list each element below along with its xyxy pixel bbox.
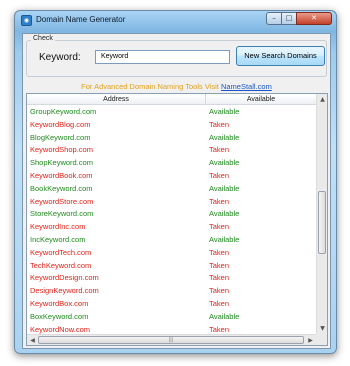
- table-row[interactable]: ShopKeyword.com Available: [27, 157, 316, 170]
- keyword-input[interactable]: Keyword: [95, 50, 230, 64]
- address-cell: KeywordShop.com: [30, 145, 93, 155]
- table-row[interactable]: KeywordInc.com Taken: [27, 221, 316, 234]
- address-cell: KeywordNow.com: [30, 324, 91, 334]
- address-cell: BookKeyword.com: [30, 183, 93, 193]
- window-title: Domain Name Generator: [36, 15, 126, 24]
- address-cell: DesignKeyword.com: [30, 286, 99, 296]
- status-cell: Available: [209, 234, 240, 244]
- status-cell: Taken: [209, 145, 230, 155]
- table-row[interactable]: KeywordBox.com Taken: [27, 298, 316, 311]
- table-row[interactable]: KeywordDesign.com Taken: [27, 272, 316, 285]
- client-area: Check Keyword: Keyword New Search Domain…: [22, 33, 331, 349]
- column-header-address[interactable]: Address: [27, 94, 206, 105]
- column-header-available[interactable]: Available: [206, 94, 316, 105]
- status-cell: Available: [209, 107, 240, 116]
- status-cell: Taken: [209, 247, 230, 257]
- status-cell: Available: [209, 158, 240, 168]
- table-row[interactable]: StoreKeyword.com Available: [27, 208, 316, 221]
- new-search-domains-button[interactable]: New Search Domains: [236, 46, 325, 66]
- table-row[interactable]: KeywordNow.com Taken: [27, 324, 316, 334]
- address-cell: KeywordBlog.com: [30, 119, 91, 129]
- status-cell: Taken: [209, 273, 230, 283]
- status-cell: Available: [209, 132, 240, 142]
- address-cell: KeywordTech.com: [30, 247, 92, 257]
- status-cell: Taken: [209, 196, 230, 206]
- domain-table: Address Available GroupKeyword.com Availa…: [26, 93, 328, 346]
- keyword-label: Keyword:: [39, 52, 81, 63]
- address-cell: ShopKeyword.com: [30, 158, 93, 168]
- title-bar[interactable]: ◉ Domain Name Generator – □ ✕: [15, 11, 336, 31]
- status-cell: Taken: [209, 286, 230, 296]
- address-cell: KeywordStore.com: [30, 196, 94, 206]
- address-cell: TechKeyword.com: [30, 260, 92, 270]
- scroll-up-icon[interactable]: ▲: [317, 94, 327, 105]
- scroll-left-icon[interactable]: ◀: [27, 335, 38, 345]
- status-cell: Taken: [209, 170, 230, 180]
- address-cell: KeywordBook.com: [30, 170, 93, 180]
- table-row[interactable]: GroupKeyword.com Available: [27, 106, 316, 119]
- table-row[interactable]: KeywordShop.com Taken: [27, 144, 316, 157]
- check-group: Check Keyword: Keyword New Search Domain…: [26, 35, 327, 77]
- status-cell: Taken: [209, 222, 230, 232]
- table-row[interactable]: BookKeyword.com Available: [27, 183, 316, 196]
- address-cell: StoreKeyword.com: [30, 209, 94, 219]
- table-row[interactable]: IncKeyword.com Available: [27, 234, 316, 247]
- table-row[interactable]: KeywordBook.com Taken: [27, 170, 316, 183]
- scroll-down-icon[interactable]: ▼: [317, 323, 327, 334]
- table-row[interactable]: KeywordStore.com Taken: [27, 196, 316, 209]
- table-row[interactable]: TechKeyword.com Taken: [27, 260, 316, 273]
- namestall-link[interactable]: NameStall.com: [221, 82, 272, 91]
- table-row[interactable]: BoxKeyword.com Available: [27, 311, 316, 324]
- vertical-scroll-thumb[interactable]: [318, 191, 326, 254]
- table-row[interactable]: KeywordBlog.com Taken: [27, 119, 316, 132]
- address-cell: KeywordBox.com: [30, 298, 89, 308]
- status-cell: Taken: [209, 324, 230, 334]
- table-row[interactable]: KeywordTech.com Taken: [27, 247, 316, 260]
- table-body: GroupKeyword.com Available KeywordBlog.co…: [27, 106, 316, 334]
- status-cell: Available: [209, 311, 240, 321]
- status-cell: Available: [209, 183, 240, 193]
- promo-message: For Advanced Domain Naming Tools Visit: [81, 82, 221, 91]
- table-header: Address Available: [27, 94, 316, 105]
- horizontal-scroll-thumb[interactable]: |||: [38, 336, 304, 344]
- maximize-button[interactable]: □: [281, 12, 297, 25]
- scroll-right-icon[interactable]: ▶: [305, 335, 316, 345]
- minimize-button[interactable]: –: [266, 12, 282, 25]
- table-row[interactable]: DesignKeyword.com Taken: [27, 285, 316, 298]
- status-cell: Taken: [209, 298, 230, 308]
- address-cell: GroupKeyword.com: [30, 107, 97, 116]
- address-cell: KeywordInc.com: [30, 222, 86, 232]
- address-cell: IncKeyword.com: [30, 234, 86, 244]
- status-cell: Taken: [209, 119, 230, 129]
- vertical-scrollbar[interactable]: ▲ ▼: [316, 94, 327, 334]
- address-cell: BlogKeyword.com: [30, 132, 91, 142]
- address-cell: BoxKeyword.com: [30, 311, 89, 321]
- address-cell: KeywordDesign.com: [30, 273, 99, 283]
- table-row[interactable]: BlogKeyword.com Available: [27, 132, 316, 145]
- status-cell: Taken: [209, 260, 230, 270]
- check-group-legend: Check: [31, 35, 55, 42]
- app-window: ◉ Domain Name Generator – □ ✕ Check Keyw…: [14, 10, 337, 354]
- close-button[interactable]: ✕: [296, 12, 332, 25]
- promo-text: For Advanced Domain Naming Tools Visit N…: [23, 82, 330, 91]
- app-icon[interactable]: ◉: [21, 15, 32, 26]
- status-cell: Available: [209, 209, 240, 219]
- horizontal-scrollbar[interactable]: ◀ ||| ▶: [27, 334, 316, 345]
- scrollbar-corner: [316, 334, 327, 345]
